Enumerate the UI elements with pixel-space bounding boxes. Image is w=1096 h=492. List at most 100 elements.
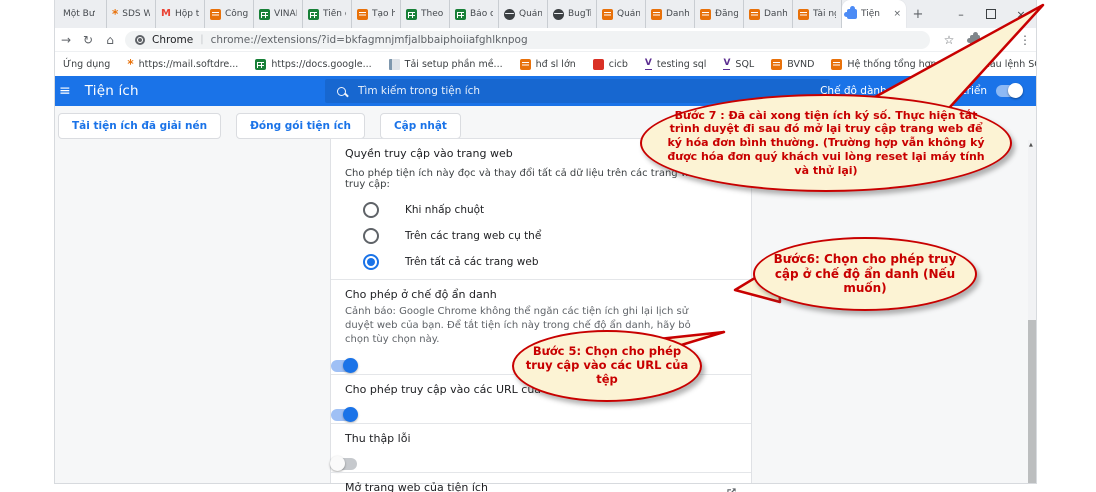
bookmark-label: Ứng dụng: [63, 59, 110, 70]
bookmark-9[interactable]: Hệ thống tổng hợp: [831, 59, 936, 70]
callout-step-6: Bước6: Chọn cho phép truy cập ở chế độ ẩ…: [753, 237, 977, 311]
tab-5[interactable]: Tiến độ: [303, 0, 352, 28]
open-extension-website-external-link-icon[interactable]: [726, 483, 737, 492]
tab-6[interactable]: Tạo hóa: [352, 0, 401, 28]
tab-15[interactable]: Tài ngu: [793, 0, 842, 28]
tab-active-extensions[interactable]: Tiện ×: [842, 0, 906, 28]
tab-10[interactable]: BugTra: [548, 0, 597, 28]
forward-button[interactable]: →: [55, 33, 77, 47]
page-info-icon[interactable]: [135, 35, 145, 45]
tab-label: Báo cáo: [470, 9, 493, 19]
bookmark-label: Hệ thống tổng hợp: [847, 59, 936, 70]
extension-icon[interactable]: [970, 35, 980, 45]
invoice-icon: [520, 59, 531, 70]
bookmark-2[interactable]: https://docs.google...: [255, 59, 371, 70]
v-icon: V: [645, 59, 652, 70]
at-icon: @: [954, 59, 965, 70]
globe-icon: [553, 9, 564, 20]
bookmark-6[interactable]: Vtesting sql: [645, 59, 707, 70]
bookmark-label: hđ sl lớn: [536, 59, 576, 70]
site-access-options: Khi nhấp chuột Trên các trang web cụ thểT…: [345, 197, 737, 275]
bookmark-10[interactable]: @13 câu lệnh SQL qu...: [954, 59, 1037, 70]
invoice-icon: [749, 9, 760, 20]
tab-8[interactable]: Báo cáo: [450, 0, 499, 28]
tab-label: Theo dõ: [421, 9, 444, 19]
bookmark-1[interactable]: *https://mail.softdre...: [127, 58, 238, 70]
tab-2[interactable]: M Hộp thư: [156, 0, 205, 28]
bookmark-star-icon[interactable]: ☆: [938, 33, 960, 47]
bookmark-5[interactable]: cicb: [593, 59, 628, 70]
tab-label: Tiến độ: [323, 9, 346, 19]
red-icon: [593, 59, 604, 70]
url-divider: |: [200, 34, 203, 45]
tab-label: Tạo hóa: [372, 9, 395, 19]
browser-toolbar: → ↻ ⌂ Chrome | chrome://extensions/?id=b…: [55, 28, 1036, 52]
tab-4[interactable]: VINAFR: [254, 0, 303, 28]
bookmark-label: Tải setup phần mề...: [405, 59, 503, 70]
tab-7[interactable]: Theo dõ: [401, 0, 450, 28]
allow-incognito-toggle[interactable]: [331, 360, 357, 372]
tab-0[interactable]: Một Bư: [58, 0, 107, 28]
bookmark-3[interactable]: Tải setup phần mề...: [389, 59, 503, 70]
callout-step-5-text: Bước 5: Chọn cho phép truy cập vào các U…: [525, 345, 689, 386]
browser-menu-icon[interactable]: ⋮: [1014, 33, 1036, 47]
star-icon: *: [112, 8, 118, 20]
tab-1[interactable]: *SDS We: [107, 0, 156, 28]
row-error-collection[interactable]: Thu thập lỗi: [331, 423, 751, 472]
radio-selected-icon[interactable]: [363, 254, 379, 270]
tab-13[interactable]: Đăng nh: [695, 0, 744, 28]
row-open-extension-website[interactable]: Mở trang web của tiện ích: [331, 472, 751, 492]
site-access-option-0[interactable]: Khi nhấp chuột: [345, 197, 737, 223]
radio-unselected-icon[interactable]: [363, 202, 379, 218]
bookmark-8[interactable]: BVND: [771, 59, 814, 70]
page-title: Tiện ích: [85, 83, 139, 99]
bookmark-4[interactable]: hđ sl lớn: [520, 59, 576, 70]
invoice-icon: [771, 59, 782, 70]
scrollbar-up-icon[interactable]: ▲: [1029, 142, 1033, 148]
minimize-button[interactable]: –: [946, 0, 976, 28]
bookmark-label: https://mail.softdre...: [139, 59, 239, 70]
row-title: Thu thập lỗi: [345, 432, 737, 445]
bookmark-label: SQL: [735, 59, 754, 70]
hamburger-menu-icon[interactable]: ≡: [59, 83, 71, 99]
gmail-icon: M: [161, 9, 171, 19]
file-url-access-toggle[interactable]: [331, 409, 357, 421]
tab-label: Hộp thư: [175, 9, 199, 19]
radio-label: Khi nhấp chuột: [405, 204, 484, 216]
maximize-button[interactable]: [976, 0, 1006, 28]
tab-label: Quản lý: [617, 9, 640, 19]
search-icon: [337, 87, 346, 96]
action-button-1[interactable]: Đóng gói tiện ích: [236, 113, 365, 139]
tab-label: Một Bư: [63, 9, 95, 19]
tab-close-icon[interactable]: ×: [893, 9, 901, 19]
page-scrollbar[interactable]: ▲: [1028, 140, 1036, 483]
tab-9[interactable]: Quản lý: [499, 0, 548, 28]
profile-avatar[interactable]: [990, 33, 1004, 47]
action-button-0[interactable]: Tải tiện ích đã giải nén: [58, 113, 221, 139]
callout-step-7-text: Bước 7 : Đã cài xong tiện ích ký số. Thự…: [661, 109, 991, 178]
tab-label: Tiện: [861, 9, 880, 19]
scrollbar-thumb[interactable]: [1028, 320, 1036, 483]
tab-label: BugTra: [568, 9, 591, 19]
bookmark-label: cicb: [609, 59, 628, 70]
bookmark-0[interactable]: Ứng dụng: [63, 59, 110, 70]
tab-14[interactable]: Danh sá: [744, 0, 793, 28]
extension-detail-panel: Quyền truy cập vào trang web Cho phép ti…: [330, 138, 752, 483]
reload-button[interactable]: ↻: [77, 33, 99, 47]
address-bar[interactable]: Chrome | chrome://extensions/?id=bkfagmn…: [125, 31, 930, 49]
close-button[interactable]: ×: [1006, 0, 1036, 28]
home-button[interactable]: ⌂: [99, 33, 121, 47]
sheet-icon: [406, 9, 417, 20]
tab-3[interactable]: Công ty: [205, 0, 254, 28]
site-access-option-2[interactable]: Trên tất cả các trang web: [345, 249, 737, 275]
new-tab-button[interactable]: +: [906, 0, 930, 28]
tab-11[interactable]: Quản lý: [597, 0, 646, 28]
site-access-option-1[interactable]: Trên các trang web cụ thể: [345, 223, 737, 249]
bookmark-7[interactable]: VSQL: [723, 59, 754, 70]
developer-mode-toggle[interactable]: [996, 85, 1022, 97]
error-collection-toggle[interactable]: [331, 458, 357, 470]
radio-unselected-icon[interactable]: [363, 228, 379, 244]
tab-12[interactable]: Danh sá: [646, 0, 695, 28]
action-button-2[interactable]: Cập nhật: [380, 113, 461, 139]
toolbar-right: ☆ ⋮: [938, 33, 1036, 47]
